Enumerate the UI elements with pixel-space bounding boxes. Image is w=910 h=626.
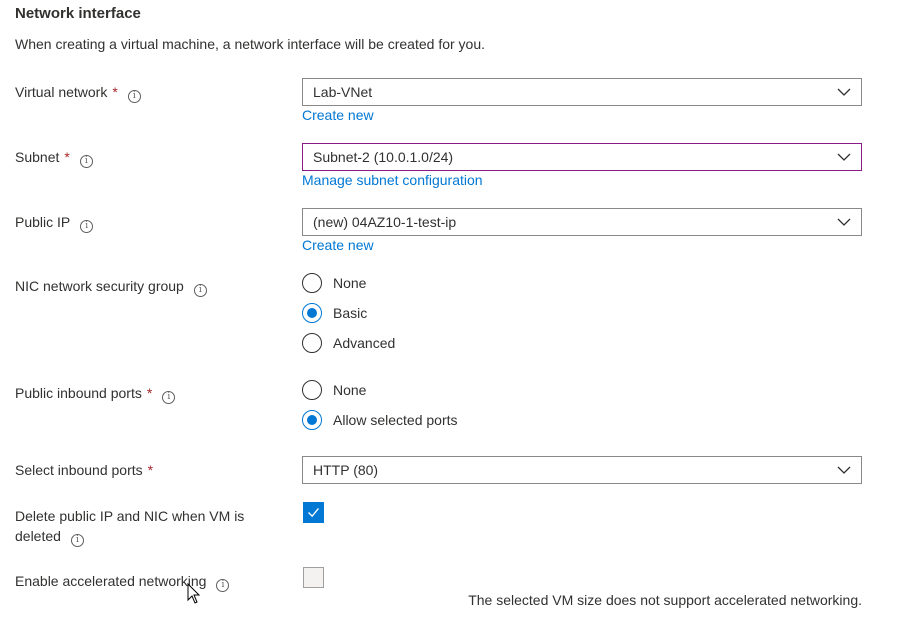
radio-label: Allow selected ports [333,412,458,428]
radio-label: None [333,382,367,398]
info-icon[interactable]: i [193,284,207,297]
nic-nsg-label-text: NIC network security group [15,278,184,294]
inbound-ports-select[interactable]: HTTP (80) [302,456,862,484]
select-inbound-label-text: Select inbound ports [15,462,143,478]
chevron-down-icon [837,466,851,474]
subnet-label-text: Subnet [15,149,60,165]
chevron-down-icon [837,153,851,161]
virtual-network-label-text: Virtual network [15,84,108,100]
radio-circle[interactable] [302,333,322,353]
delete-ip-label-line1: Delete public IP and NIC when VM is [15,508,245,524]
virtual-network-select[interactable]: Lab-VNet [302,78,862,106]
required-marker: * [112,84,118,100]
nic-nsg-radio-advanced[interactable]: Advanced [302,332,395,354]
delete-ip-checkbox[interactable] [303,502,324,523]
checkmark-icon [308,507,320,518]
public-ip-label-text: Public IP [15,214,71,230]
info-icon[interactable]: i [70,534,84,547]
inbound-ports-value: HTTP (80) [313,462,379,478]
section-description: When creating a virtual machine, a netwo… [15,36,486,52]
subnet-value: Subnet-2 (10.0.1.0/24) [313,149,454,165]
public-ip-value: (new) 04AZ10-1-test-ip [313,214,457,230]
delete-ip-label: Delete public IP and NIC when VM is dele… [15,506,244,547]
virtual-network-value: Lab-VNet [313,84,373,100]
chevron-down-icon [837,88,851,96]
radio-label: Basic [333,305,368,321]
nic-nsg-radio-none[interactable]: None [302,272,366,294]
nic-nsg-radio-basic[interactable]: Basic [302,302,367,324]
virtual-network-label: Virtual network * i [15,82,141,103]
required-marker: * [64,149,70,165]
radio-circle[interactable] [302,303,322,323]
delete-ip-label-line2-wrap: deleted i [15,526,244,547]
select-inbound-label: Select inbound ports * [15,460,153,480]
info-icon[interactable]: i [162,391,176,404]
manage-subnet-link[interactable]: Manage subnet configuration [302,172,483,188]
required-marker: * [147,462,154,478]
info-icon[interactable]: i [216,579,230,592]
radio-label: Advanced [333,335,396,351]
info-icon[interactable]: i [127,90,141,103]
accel-net-label-text: Enable accelerated networking [15,573,207,589]
radio-circle[interactable] [302,410,322,430]
radio-circle[interactable] [302,273,322,293]
subnet-select[interactable]: Subnet-2 (10.0.1.0/24) [302,143,862,171]
subnet-label: Subnet * i [15,147,93,168]
info-icon[interactable]: i [80,220,94,233]
create-new-vnet-link[interactable]: Create new [302,107,374,123]
public-ip-label: Public IP i [15,212,94,233]
accel-net-note: The selected VM size does not support ac… [468,592,862,608]
public-ip-select[interactable]: (new) 04AZ10-1-test-ip [302,208,862,236]
delete-ip-label-line2: deleted [15,528,61,544]
inbound-radio-allow-selected[interactable]: Allow selected ports [302,409,458,431]
required-marker: * [146,385,153,401]
public-inbound-label-text: Public inbound ports [15,385,142,401]
section-title: Network interface [15,5,141,22]
nic-nsg-label: NIC network security group i [15,276,207,297]
public-inbound-label: Public inbound ports * i [15,383,176,404]
accel-net-checkbox[interactable] [303,567,324,588]
info-icon[interactable]: i [79,155,93,168]
inbound-radio-none[interactable]: None [302,379,366,401]
mouse-cursor-icon [187,583,201,604]
radio-circle[interactable] [302,380,322,400]
radio-label: None [333,275,367,291]
chevron-down-icon [837,218,851,226]
create-new-ip-link[interactable]: Create new [302,237,374,253]
